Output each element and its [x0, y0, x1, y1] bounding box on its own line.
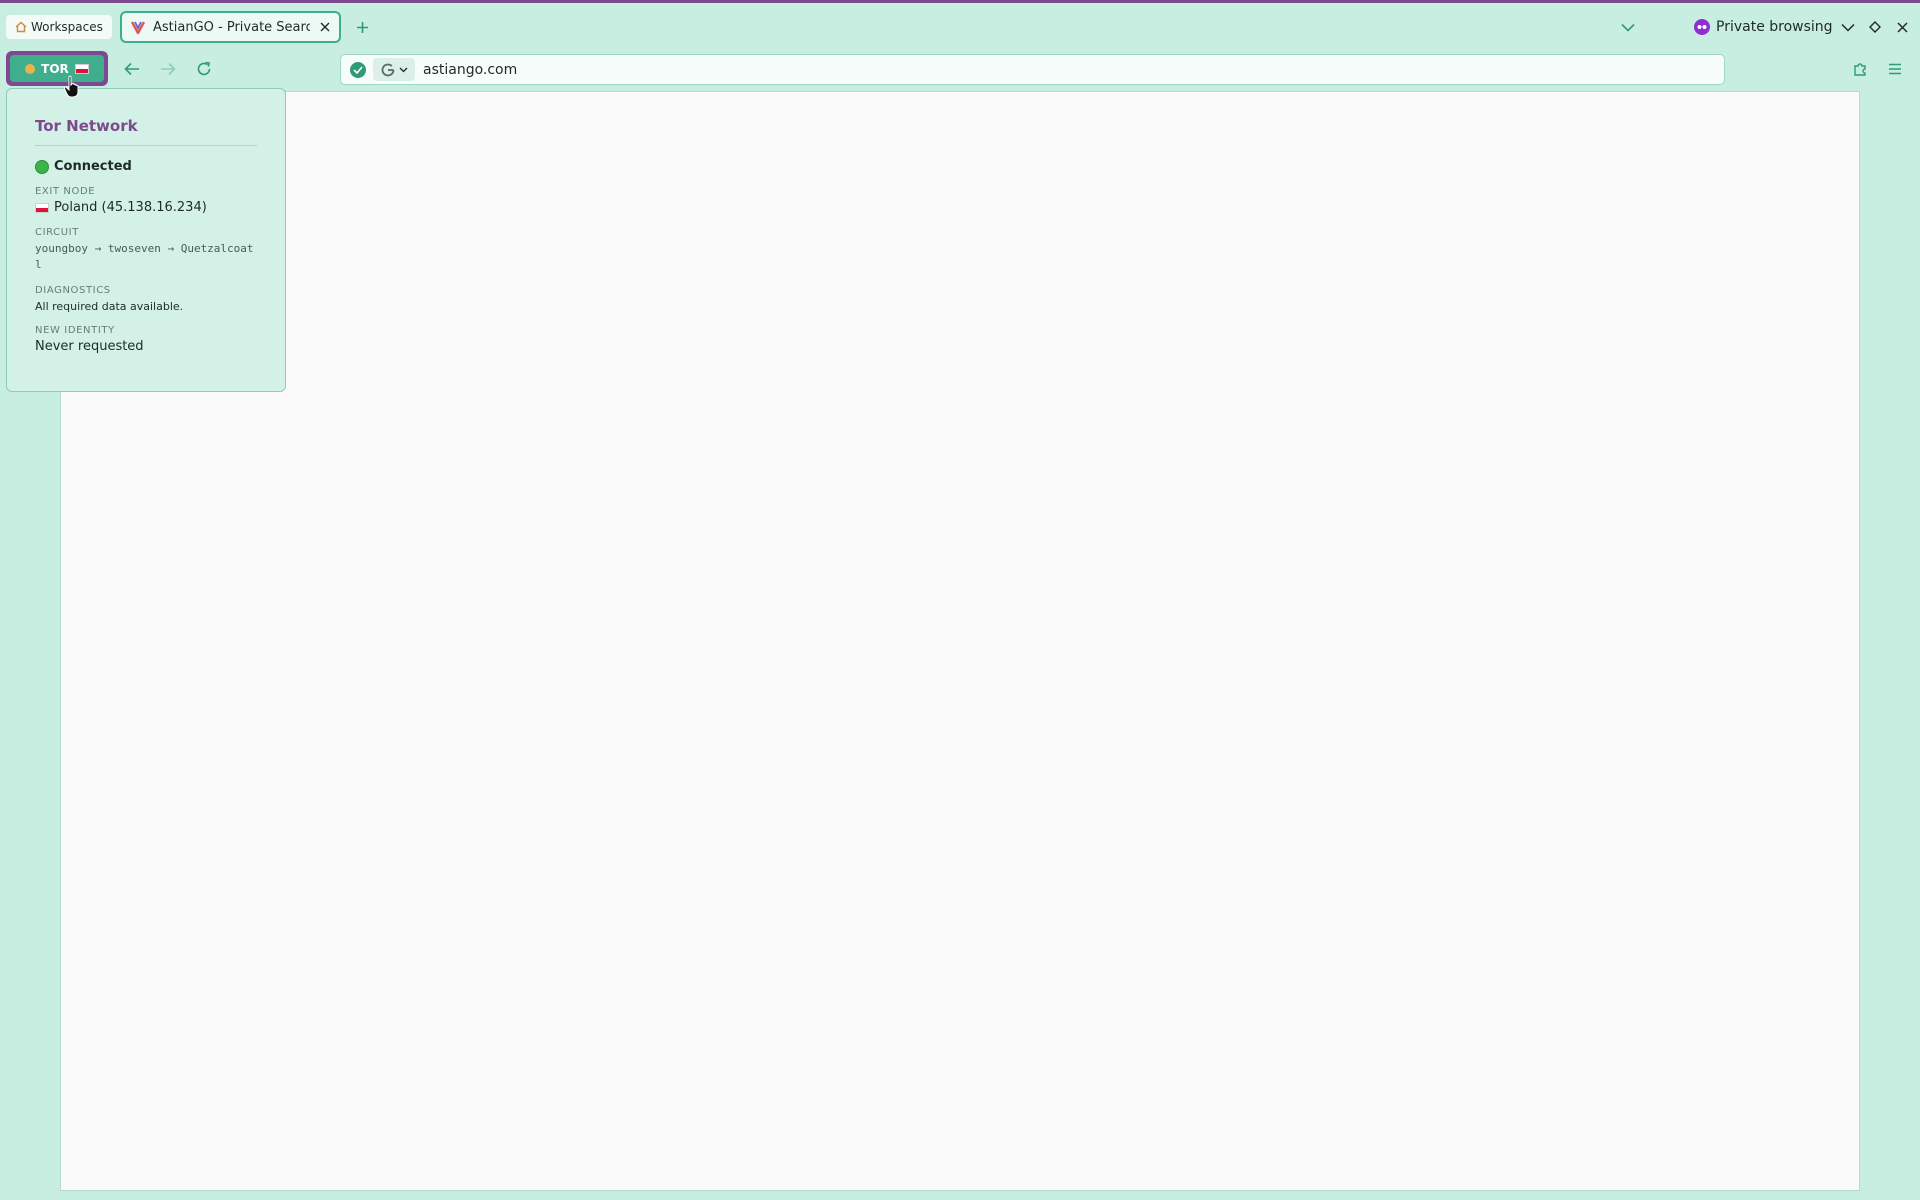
hand-cursor-icon: [63, 75, 79, 98]
plus-icon: [356, 21, 368, 33]
page-content-area[interactable]: [60, 91, 1860, 1191]
close-icon: [320, 22, 330, 32]
menu-button[interactable]: [1884, 58, 1906, 80]
new-identity-label: NEW IDENTITY: [35, 325, 115, 336]
tab-list-button[interactable]: [1618, 17, 1638, 37]
private-browsing-indicator: Private browsing: [1694, 15, 1833, 39]
private-browsing-label: Private browsing: [1716, 19, 1833, 35]
back-button[interactable]: [121, 58, 143, 80]
exit-node-text: Poland (45.138.16.234): [54, 200, 207, 215]
exit-node-label: EXIT NODE: [35, 186, 96, 197]
circuit-value: youngboy → twoseven → Quetzalcoatl: [35, 242, 254, 271]
hamburger-menu-icon: [1889, 63, 1901, 75]
connection-status: Connected: [35, 159, 257, 174]
chevron-down-icon: [399, 67, 407, 72]
poland-flag-icon: [35, 202, 49, 213]
reload-button[interactable]: [193, 58, 215, 80]
mask-icon: [1694, 19, 1710, 35]
tor-badge-label: TOR: [41, 61, 69, 76]
new-tab-button[interactable]: [352, 17, 372, 37]
tor-status-button[interactable]: TOR: [6, 51, 108, 86]
minimize-button[interactable]: [1838, 17, 1858, 37]
shield-check-icon[interactable]: [350, 61, 366, 78]
tab-astiango[interactable]: AstianGO - Private Search E: [120, 11, 341, 43]
astiango-favicon-icon: [130, 21, 146, 35]
tor-network-popup: Tor Network Connected EXIT NODE Poland (…: [6, 88, 286, 392]
arrow-left-icon: [124, 62, 139, 76]
chevron-down-icon: [1621, 23, 1635, 32]
home-icon: [15, 21, 27, 33]
chevron-down-icon: [1841, 23, 1855, 32]
close-icon: [1896, 21, 1908, 33]
search-engine-selector[interactable]: [373, 58, 415, 81]
arrow-right-icon: [161, 62, 176, 76]
url-text[interactable]: astiango.com: [423, 62, 517, 78]
connection-status-text: Connected: [54, 159, 132, 174]
extensions-button[interactable]: [1849, 58, 1871, 80]
connected-status-icon: [35, 159, 49, 174]
tab-title: AstianGO - Private Search E: [153, 19, 310, 35]
new-identity-value: Never requested: [35, 339, 144, 354]
exit-node-value: Poland (45.138.16.234): [35, 200, 257, 215]
puzzle-icon: [1854, 63, 1866, 76]
popup-title: Tor Network: [35, 117, 257, 146]
diagnostics-value: All required data available.: [35, 300, 184, 313]
poland-flag-icon: [74, 63, 89, 74]
close-tab-button[interactable]: [317, 19, 333, 35]
workspaces-button[interactable]: Workspaces: [6, 15, 112, 39]
tab-strip: Workspaces AstianGO - Private Search E: [0, 3, 1920, 47]
circuit-label: CIRCUIT: [35, 227, 79, 238]
maximize-button[interactable]: [1865, 17, 1885, 37]
google-icon: [381, 63, 394, 76]
diagnostics-label: DIAGNOSTICS: [35, 285, 111, 296]
url-bar[interactable]: astiango.com: [340, 54, 1725, 85]
onion-icon: [25, 63, 36, 74]
diamond-icon: [1869, 21, 1881, 33]
close-window-button[interactable]: [1892, 17, 1912, 37]
forward-button[interactable]: [157, 58, 179, 80]
workspaces-label: Workspaces: [31, 20, 103, 34]
reload-icon: [197, 61, 211, 76]
